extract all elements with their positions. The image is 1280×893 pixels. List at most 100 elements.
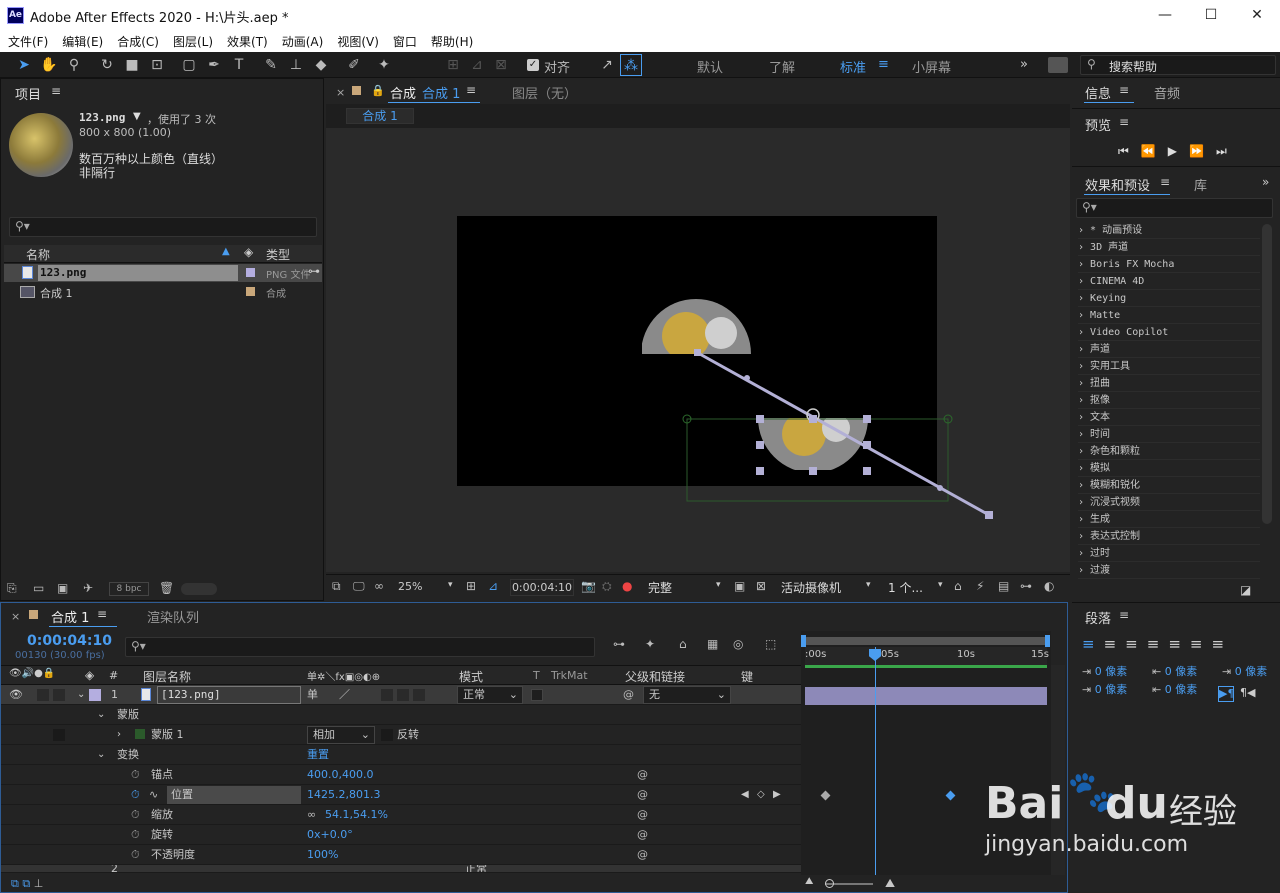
- play-icon[interactable]: ▶: [1168, 144, 1189, 158]
- help-search-box[interactable]: ⚲ 搜索帮助: [1080, 55, 1276, 75]
- motion-path[interactable]: [697, 351, 990, 517]
- property-value[interactable]: 0x+0.0°: [307, 825, 353, 845]
- switch-box[interactable]: [413, 689, 425, 701]
- reset-exposure-icon[interactable]: ⌂: [954, 579, 962, 593]
- graph-editor-icon[interactable]: ⬚: [765, 637, 776, 651]
- transform-group-row[interactable]: ⌄ 变换 重置: [1, 745, 801, 765]
- camera-select[interactable]: 活动摄像机: [781, 579, 841, 596]
- preview-menu-icon[interactable]: ≡: [1119, 115, 1129, 129]
- zoom-out-icon[interactable]: ⛰: [805, 876, 813, 887]
- shy-switch[interactable]: 单: [307, 685, 318, 705]
- reset-link[interactable]: 重置: [307, 745, 329, 765]
- audio-tab[interactable]: 音频: [1154, 83, 1180, 102]
- paragraph-menu-icon[interactable]: ≡: [1119, 608, 1129, 622]
- snap-checkbox[interactable]: ✓: [527, 59, 539, 71]
- effect-category[interactable]: › CINEMA 4D: [1078, 273, 1260, 290]
- more-panels-icon[interactable]: »: [1262, 175, 1269, 189]
- show-snapshot-icon[interactable]: ⛭: [602, 579, 612, 594]
- ltr-direction-icon[interactable]: ▶¶: [1218, 686, 1234, 702]
- playhead-line[interactable]: [875, 647, 876, 875]
- expression-pick-whip-icon[interactable]: @: [637, 765, 648, 785]
- brush-tool-icon[interactable]: ✎: [260, 54, 282, 76]
- rectangle-tool-icon[interactable]: ▢: [178, 54, 200, 76]
- property-value[interactable]: 100%: [307, 845, 338, 865]
- work-area-bar[interactable]: [805, 637, 1047, 645]
- next-frame-icon[interactable]: ⏩: [1189, 144, 1216, 158]
- quality-select[interactable]: 完整: [648, 579, 672, 596]
- new-composition-icon[interactable]: ▣: [57, 581, 68, 595]
- flowchart-icon[interactable]: ⊶: [308, 264, 320, 278]
- justify-left-icon[interactable]: ≡: [1147, 635, 1169, 653]
- menu-file[interactable]: 文件(F): [8, 33, 48, 50]
- chevron-down-icon[interactable]: ▾: [448, 580, 453, 590]
- workspace-standard[interactable]: 标准: [840, 57, 866, 76]
- chevron-down-icon[interactable]: ⌄: [97, 705, 105, 725]
- indent-right-field[interactable]: ⇥ 0 像素: [1222, 663, 1267, 679]
- stopwatch-active-icon[interactable]: ⏱: [131, 785, 140, 805]
- trkmat-box[interactable]: [531, 689, 543, 701]
- effect-category[interactable]: › Keying: [1078, 290, 1260, 307]
- snapshot-icon[interactable]: 📷: [581, 579, 596, 593]
- chevron-down-icon[interactable]: ▾: [938, 580, 943, 590]
- prev-keyframe-icon[interactable]: ◀: [741, 785, 749, 805]
- chevron-down-icon[interactable]: ⌄: [97, 745, 105, 765]
- more-workspaces-icon[interactable]: »: [1020, 57, 1028, 72]
- hand-tool-icon[interactable]: ✋: [38, 54, 60, 76]
- project-item-row[interactable]: 合成 1 合成: [4, 283, 322, 301]
- in-out-icon[interactable]: ⊥: [34, 877, 44, 890]
- keyframe-marker[interactable]: [820, 790, 831, 801]
- work-area-end-handle[interactable]: [1045, 635, 1050, 647]
- effects-presets-tab[interactable]: 效果和预设: [1085, 175, 1150, 194]
- timeline-icon[interactable]: ▤: [998, 579, 1009, 593]
- switch-box[interactable]: [53, 729, 65, 741]
- prev-frame-icon[interactable]: ⏪: [1141, 144, 1168, 158]
- stopwatch-icon[interactable]: ⏱: [131, 845, 140, 865]
- keyframe-end-handle[interactable]: [985, 511, 993, 519]
- space-after-field[interactable]: ⇤ 0 像素: [1152, 681, 1197, 697]
- snap-option-icon[interactable]: ↗: [596, 54, 618, 76]
- graph-icon[interactable]: ∿: [149, 785, 158, 805]
- timeline-menu-icon[interactable]: ≡: [97, 607, 107, 621]
- switch-box[interactable]: [397, 689, 409, 701]
- justify-all-icon[interactable]: ≡: [1211, 635, 1233, 653]
- project-menu-icon[interactable]: ≡: [51, 84, 61, 98]
- effect-category[interactable]: › 时间: [1078, 426, 1260, 443]
- axis-world-icon[interactable]: ⊿: [466, 54, 488, 76]
- effect-category[interactable]: › 表达式控制: [1078, 528, 1260, 545]
- next-keyframe-icon[interactable]: ▶: [773, 785, 781, 805]
- property-row[interactable]: ⏱ ∿ 位置 1425.2,801.3 @ ◀ ◇ ▶: [1, 785, 801, 805]
- time-ruler[interactable]: :00s 05s 10s 15s: [805, 647, 1049, 665]
- chevron-down-icon[interactable]: ▾: [716, 580, 721, 590]
- trash-icon[interactable]: 🗑: [159, 581, 174, 595]
- grid-icon[interactable]: ⊠: [756, 579, 766, 593]
- effect-category[interactable]: › 扭曲: [1078, 375, 1260, 392]
- effect-category[interactable]: › 杂色和颗粒: [1078, 443, 1260, 460]
- comp-timecode[interactable]: 0:00:04:10: [510, 579, 574, 596]
- eye-icon[interactable]: 👁: [9, 685, 23, 705]
- search-help-toggle-icon[interactable]: [1048, 57, 1068, 73]
- comp-flowchart-icon[interactable]: ⊶: [613, 637, 625, 651]
- invert-checkbox[interactable]: [381, 729, 393, 741]
- pen-tool-icon[interactable]: ✒: [203, 54, 225, 76]
- always-preview-icon[interactable]: ⧉: [332, 579, 341, 594]
- shy-layers-icon[interactable]: ⌂: [679, 637, 687, 651]
- label-tag-icon[interactable]: ◈: [85, 668, 94, 682]
- motion-path-point[interactable]: [937, 485, 943, 491]
- zoom-tool-icon[interactable]: ⚲: [63, 54, 85, 76]
- library-tab[interactable]: 库: [1194, 175, 1207, 194]
- motion-blur-icon[interactable]: ◎: [733, 637, 743, 651]
- mask-mode-select[interactable]: 相加 ⌄: [307, 726, 375, 744]
- zoom-in-icon[interactable]: ⛰: [885, 876, 895, 891]
- zoom-slider-thumb[interactable]: [825, 879, 834, 888]
- layer-name-field[interactable]: [123.png]: [157, 686, 301, 704]
- property-value[interactable]: 54.1,54.1%: [325, 805, 388, 825]
- project-item-row[interactable]: 123.png PNG 文件 ⊶: [4, 264, 322, 282]
- keyframe-marker[interactable]: [945, 790, 956, 801]
- effect-category[interactable]: › 过渡: [1078, 562, 1260, 579]
- rotate-tool-icon[interactable]: ↻: [96, 54, 118, 76]
- label-tag-icon[interactable]: ◈: [244, 245, 253, 259]
- pick-whip-icon[interactable]: @: [623, 685, 634, 705]
- exposure-icon[interactable]: ◐: [1044, 579, 1054, 593]
- info-tab[interactable]: 信息: [1085, 83, 1111, 102]
- region-of-interest-icon[interactable]: ⊿: [488, 579, 498, 593]
